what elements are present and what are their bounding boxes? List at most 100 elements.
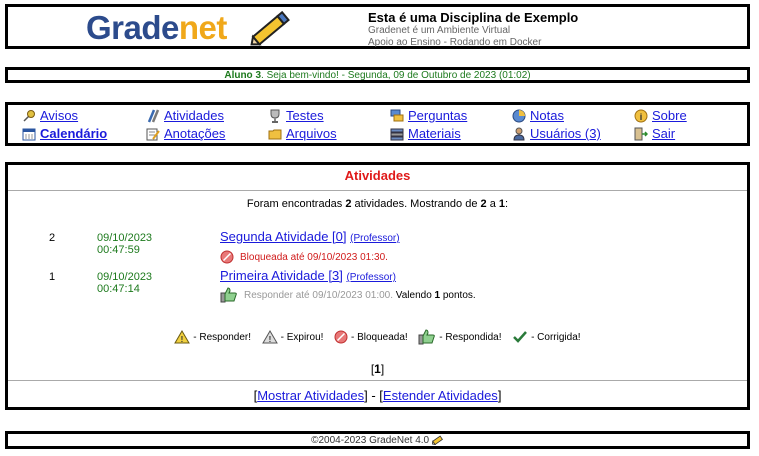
found-prefix: Foram encontradas <box>246 198 346 210</box>
nav-item-avisos[interactable]: Avisos <box>22 108 78 123</box>
course-title: Esta é uma Disciplina de Exemplo <box>368 10 579 25</box>
nav-link-atividades[interactable]: Atividades <box>164 108 224 123</box>
nav-item-usuarios[interactable]: Usuários (3) <box>512 126 601 141</box>
activity-link[interactable]: Primeira Atividade [3] <box>220 268 343 283</box>
nav-item-sair[interactable]: Sair <box>634 126 675 141</box>
nav-item-perguntas[interactable]: Perguntas <box>390 108 467 123</box>
svg-text:!: ! <box>181 335 184 344</box>
activity-date: 09/10/2023 00:47:14 <box>97 271 153 295</box>
calendar-icon <box>22 127 36 141</box>
chat-icon <box>390 109 404 123</box>
course-subtitle-1: Gradenet é um Ambiente Virtual <box>368 25 511 36</box>
nav-item-calendario[interactable]: Calendário <box>22 126 107 141</box>
gradenet-logo[interactable]: Gradenet <box>86 9 296 49</box>
nav-link-testes[interactable]: Testes <box>286 108 324 123</box>
nav-link-sair[interactable]: Sair <box>652 126 675 141</box>
nav-link-calendario[interactable]: Calendário <box>40 126 107 141</box>
course-subtitle-2: Apoio ao Ensino - Rodando em Docker <box>368 37 542 48</box>
checkmark-icon <box>513 331 528 343</box>
welcome-bar: Aluno 3. Seja bem-vindo! - Segunda, 09 d… <box>5 67 750 83</box>
pie-icon <box>512 109 526 123</box>
nav-item-materiais[interactable]: Materiais <box>390 126 461 141</box>
activities-heading: Atividades <box>8 165 747 191</box>
footer-text: ©2004-2023 GradeNet 4.0 <box>311 435 430 446</box>
nav-link-avisos[interactable]: Avisos <box>40 108 78 123</box>
legend-responder-label: - Responder! <box>193 331 252 343</box>
footer: ©2004-2023 GradeNet 4.0 <box>5 431 750 449</box>
blocked-icon <box>334 330 348 344</box>
welcome-user: Aluno 3 <box>224 70 262 81</box>
legend-expirou: ! - Expirou! <box>261 330 326 344</box>
activity-value-prefix: Valendo <box>393 289 435 301</box>
activity-author-link[interactable]: (Professor) <box>350 233 399 244</box>
activity-title: Segunda Atividade [0] (Professor) <box>220 229 400 244</box>
activities-panel: Atividades Foram encontradas 2 atividade… <box>5 162 750 410</box>
folder-icon <box>268 127 282 141</box>
legend-respondida-label: - Respondida! <box>439 331 502 343</box>
activity-status: Bloqueada até 09/10/2023 01:30. <box>220 250 388 264</box>
extend-activities-link[interactable]: Estender Atividades <box>383 388 498 403</box>
activity-link[interactable]: Segunda Atividade [0] <box>220 229 347 244</box>
blocked-icon <box>220 250 234 264</box>
pin-icon <box>22 109 36 123</box>
pencil-icon <box>431 435 443 446</box>
nav-link-usuarios[interactable]: Usuários (3) <box>530 126 601 141</box>
activities-footer: [Mostrar Atividades] - [Estender Ativida… <box>8 380 747 407</box>
answered-icon <box>220 287 237 303</box>
user-icon <box>512 127 526 141</box>
books-icon <box>390 127 404 141</box>
activity-title: Primeira Atividade [3] (Professor) <box>220 268 396 283</box>
activity-status: Responder até 09/10/2023 01:00. Valendo … <box>220 287 476 303</box>
svg-text:!: ! <box>268 335 271 344</box>
main-nav: Avisos Calendário Atividades Anotações T… <box>5 102 750 146</box>
found-a: a <box>486 198 499 210</box>
nav-link-perguntas[interactable]: Perguntas <box>408 108 467 123</box>
found-end: : <box>505 198 509 210</box>
pencils-icon <box>146 109 160 123</box>
activity-author-link[interactable]: (Professor) <box>346 272 395 283</box>
notepad-icon <box>146 127 160 141</box>
nav-item-notas[interactable]: Notas <box>512 108 564 123</box>
nav-item-sobre[interactable]: i Sobre <box>634 108 687 123</box>
nav-link-notas[interactable]: Notas <box>530 108 564 123</box>
pager: [1] <box>8 362 747 376</box>
legend-bloqueada-label: - Bloqueada! <box>350 331 408 343</box>
legend-respondida: - Respondida! <box>418 329 504 345</box>
nav-item-anotacoes[interactable]: Anotações <box>146 126 225 141</box>
answered-icon <box>418 329 436 345</box>
info-icon: i <box>634 109 648 123</box>
pencil-logo-icon <box>250 10 290 46</box>
activity-status-text: Bloqueada até 09/10/2023 01:30. <box>240 251 388 263</box>
header-text: Esta é uma Disciplina de Exemplo Gradene… <box>368 10 578 49</box>
logo-text-grade: Grade <box>86 9 179 46</box>
separator: ] - [ <box>364 388 383 403</box>
nav-link-materiais[interactable]: Materiais <box>408 126 461 141</box>
pager-current-page[interactable]: 1 <box>374 362 381 376</box>
activity-number: 1 <box>49 271 56 283</box>
nav-item-arquivos[interactable]: Arquivos <box>268 126 337 141</box>
exit-icon <box>634 127 648 141</box>
legend-expirou-label: - Expirou! <box>280 331 324 343</box>
found-mid: atividades. Mostrando de <box>351 198 481 210</box>
header: Gradenet Esta é uma Disciplina de Exempl… <box>5 4 750 49</box>
nav-item-testes[interactable]: Testes <box>268 108 324 124</box>
pager-close: ] <box>380 362 385 376</box>
nav-link-anotacoes[interactable]: Anotações <box>164 126 225 141</box>
show-activities-link[interactable]: Mostrar Atividades <box>257 388 364 403</box>
legend-responder: ! - Responder! <box>174 330 253 344</box>
status-legend: ! - Responder! ! - Expirou! - Bloqueada!… <box>8 329 747 345</box>
activity-value-suffix: pontos. <box>440 289 476 301</box>
warning-gray-icon: ! <box>261 330 278 344</box>
nav-item-atividades[interactable]: Atividades <box>146 108 224 123</box>
found-summary: Foram encontradas 2 atividades. Mostrand… <box>8 198 747 210</box>
activity-number: 2 <box>49 232 56 244</box>
nav-link-sobre[interactable]: Sobre <box>652 108 687 123</box>
warning-yellow-icon: ! <box>174 330 191 344</box>
logo-text-net: net <box>178 9 228 46</box>
legend-corrigida: - Corrigida! <box>512 331 581 343</box>
svg-text:i: i <box>640 112 643 122</box>
welcome-message: . Seja bem-vindo! - Segunda, 09 de Outub… <box>261 70 531 81</box>
activity-status-text: Responder até 09/10/2023 01:00. <box>244 289 394 301</box>
nav-link-arquivos[interactable]: Arquivos <box>286 126 337 141</box>
legend-bloqueada: - Bloqueada! <box>334 330 410 344</box>
